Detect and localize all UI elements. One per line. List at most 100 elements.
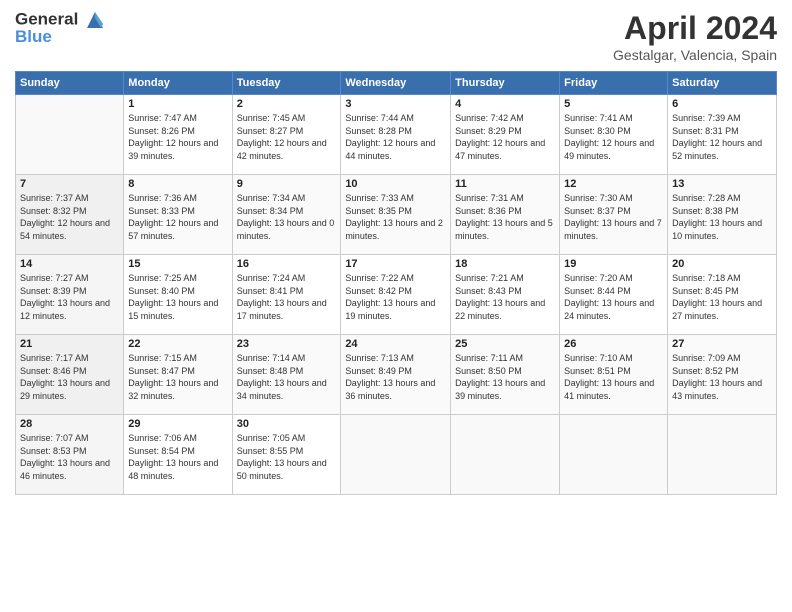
day-number: 22 xyxy=(128,338,227,350)
day-number: 9 xyxy=(237,178,337,190)
day-info: Sunrise: 7:44 AMSunset: 8:28 PMDaylight:… xyxy=(345,112,446,162)
day-info: Sunrise: 7:11 AMSunset: 8:50 PMDaylight:… xyxy=(455,352,555,402)
day-info: Sunrise: 7:28 AMSunset: 8:38 PMDaylight:… xyxy=(672,192,772,242)
day-info: Sunrise: 7:24 AMSunset: 8:41 PMDaylight:… xyxy=(237,272,337,322)
day-info: Sunrise: 7:13 AMSunset: 8:49 PMDaylight:… xyxy=(345,352,446,402)
calendar-cell: 3 Sunrise: 7:44 AMSunset: 8:28 PMDaylight… xyxy=(341,95,451,175)
calendar-cell: 27 Sunrise: 7:09 AMSunset: 8:52 PMDayligh… xyxy=(668,335,777,415)
day-number: 20 xyxy=(672,258,772,270)
day-number: 28 xyxy=(20,418,119,430)
day-info: Sunrise: 7:20 AMSunset: 8:44 PMDaylight:… xyxy=(564,272,663,322)
day-info: Sunrise: 7:14 AMSunset: 8:48 PMDaylight:… xyxy=(237,352,337,402)
day-number: 21 xyxy=(20,338,119,350)
calendar-week-row: 7 Sunrise: 7:37 AMSunset: 8:32 PMDaylight… xyxy=(16,175,777,255)
weekday-header: Friday xyxy=(560,72,668,95)
calendar-cell: 2 Sunrise: 7:45 AMSunset: 8:27 PMDaylight… xyxy=(232,95,341,175)
calendar-cell xyxy=(560,415,668,495)
day-number: 17 xyxy=(345,258,446,270)
day-info: Sunrise: 7:30 AMSunset: 8:37 PMDaylight:… xyxy=(564,192,663,242)
logo: General Blue xyxy=(15,10,105,47)
day-info: Sunrise: 7:36 AMSunset: 8:33 PMDaylight:… xyxy=(128,192,227,242)
day-number: 23 xyxy=(237,338,337,350)
weekday-header: Tuesday xyxy=(232,72,341,95)
calendar-cell: 16 Sunrise: 7:24 AMSunset: 8:41 PMDayligh… xyxy=(232,255,341,335)
day-info: Sunrise: 7:21 AMSunset: 8:43 PMDaylight:… xyxy=(455,272,555,322)
calendar-cell: 26 Sunrise: 7:10 AMSunset: 8:51 PMDayligh… xyxy=(560,335,668,415)
weekday-header: Wednesday xyxy=(341,72,451,95)
day-info: Sunrise: 7:10 AMSunset: 8:51 PMDaylight:… xyxy=(564,352,663,402)
calendar-cell: 15 Sunrise: 7:25 AMSunset: 8:40 PMDayligh… xyxy=(124,255,232,335)
calendar-cell: 12 Sunrise: 7:30 AMSunset: 8:37 PMDayligh… xyxy=(560,175,668,255)
calendar-week-row: 21 Sunrise: 7:17 AMSunset: 8:46 PMDayligh… xyxy=(16,335,777,415)
day-info: Sunrise: 7:17 AMSunset: 8:46 PMDaylight:… xyxy=(20,352,119,402)
calendar-cell: 24 Sunrise: 7:13 AMSunset: 8:49 PMDayligh… xyxy=(341,335,451,415)
day-number: 27 xyxy=(672,338,772,350)
calendar-cell: 14 Sunrise: 7:27 AMSunset: 8:39 PMDayligh… xyxy=(16,255,124,335)
day-number: 6 xyxy=(672,98,772,110)
day-info: Sunrise: 7:15 AMSunset: 8:47 PMDaylight:… xyxy=(128,352,227,402)
calendar-cell: 4Sunrise: 7:42 AMSunset: 8:29 PMDaylight… xyxy=(451,95,560,175)
day-info: Sunrise: 7:34 AMSunset: 8:34 PMDaylight:… xyxy=(237,192,337,242)
day-number: 2 xyxy=(237,98,337,110)
calendar-cell: 5 Sunrise: 7:41 AMSunset: 8:30 PMDaylight… xyxy=(560,95,668,175)
day-info: Sunrise: 7:18 AMSunset: 8:45 PMDaylight:… xyxy=(672,272,772,322)
calendar-cell: 23 Sunrise: 7:14 AMSunset: 8:48 PMDayligh… xyxy=(232,335,341,415)
calendar-cell: 28 Sunrise: 7:07 AMSunset: 8:53 PMDayligh… xyxy=(16,415,124,495)
day-number: 15 xyxy=(128,258,227,270)
calendar-cell xyxy=(451,415,560,495)
day-number: 13 xyxy=(672,178,772,190)
day-number: 24 xyxy=(345,338,446,350)
calendar-cell: 9 Sunrise: 7:34 AMSunset: 8:34 PMDaylight… xyxy=(232,175,341,255)
page-container: General Blue April 2024 Gestalgar, Valen… xyxy=(0,0,792,505)
day-number: 12 xyxy=(564,178,663,190)
calendar-week-row: 28 Sunrise: 7:07 AMSunset: 8:53 PMDayligh… xyxy=(16,415,777,495)
day-info: Sunrise: 7:33 AMSunset: 8:35 PMDaylight:… xyxy=(345,192,446,242)
day-number: 8 xyxy=(128,178,227,190)
day-info: Sunrise: 7:09 AMSunset: 8:52 PMDaylight:… xyxy=(672,352,772,402)
day-number: 10 xyxy=(345,178,446,190)
calendar-cell: 8 Sunrise: 7:36 AMSunset: 8:33 PMDaylight… xyxy=(124,175,232,255)
day-info: Sunrise: 7:27 AMSunset: 8:39 PMDaylight:… xyxy=(20,272,119,322)
day-info: Sunrise: 7:22 AMSunset: 8:42 PMDaylight:… xyxy=(345,272,446,322)
day-number: 11 xyxy=(455,178,555,190)
day-info: Sunrise: 7:39 AMSunset: 8:31 PMDaylight:… xyxy=(672,112,772,162)
day-info: Sunrise: 7:31 AMSunset: 8:36 PMDaylight:… xyxy=(455,192,555,242)
logo-icon xyxy=(85,10,105,30)
day-info: Sunrise: 7:05 AMSunset: 8:55 PMDaylight:… xyxy=(237,432,337,482)
day-number: 29 xyxy=(128,418,227,430)
title-area: April 2024 Gestalgar, Valencia, Spain xyxy=(613,10,777,63)
calendar-cell: 25 Sunrise: 7:11 AMSunset: 8:50 PMDayligh… xyxy=(451,335,560,415)
calendar-week-row: 14 Sunrise: 7:27 AMSunset: 8:39 PMDayligh… xyxy=(16,255,777,335)
day-number: 4 xyxy=(455,98,555,110)
calendar-cell: 29Sunrise: 7:06 AMSunset: 8:54 PMDayligh… xyxy=(124,415,232,495)
day-info: Sunrise: 7:45 AMSunset: 8:27 PMDaylight:… xyxy=(237,112,337,162)
calendar-cell xyxy=(341,415,451,495)
location-subtitle: Gestalgar, Valencia, Spain xyxy=(613,47,777,63)
calendar-cell: 1Sunrise: 7:47 AMSunset: 8:26 PMDaylight… xyxy=(124,95,232,175)
calendar-week-row: 1Sunrise: 7:47 AMSunset: 8:26 PMDaylight… xyxy=(16,95,777,175)
weekday-header: Sunday xyxy=(16,72,124,95)
day-number: 3 xyxy=(345,98,446,110)
day-info: Sunrise: 7:07 AMSunset: 8:53 PMDaylight:… xyxy=(20,432,119,482)
calendar-cell: 30 Sunrise: 7:05 AMSunset: 8:55 PMDayligh… xyxy=(232,415,341,495)
day-number: 25 xyxy=(455,338,555,350)
day-number: 14 xyxy=(20,258,119,270)
day-number: 7 xyxy=(20,178,119,190)
calendar-cell: 6 Sunrise: 7:39 AMSunset: 8:31 PMDaylight… xyxy=(668,95,777,175)
day-number: 26 xyxy=(564,338,663,350)
day-info: Sunrise: 7:41 AMSunset: 8:30 PMDaylight:… xyxy=(564,112,663,162)
month-title: April 2024 xyxy=(613,10,777,47)
day-number: 30 xyxy=(237,418,337,430)
calendar-table: SundayMondayTuesdayWednesdayThursdayFrid… xyxy=(15,71,777,495)
calendar-cell: 21 Sunrise: 7:17 AMSunset: 8:46 PMDayligh… xyxy=(16,335,124,415)
weekday-header: Monday xyxy=(124,72,232,95)
calendar-cell: 22 Sunrise: 7:15 AMSunset: 8:47 PMDayligh… xyxy=(124,335,232,415)
weekday-header: Saturday xyxy=(668,72,777,95)
calendar-cell: 13 Sunrise: 7:28 AMSunset: 8:38 PMDayligh… xyxy=(668,175,777,255)
day-info: Sunrise: 7:25 AMSunset: 8:40 PMDaylight:… xyxy=(128,272,227,322)
day-number: 5 xyxy=(564,98,663,110)
day-number: 16 xyxy=(237,258,337,270)
day-number: 18 xyxy=(455,258,555,270)
day-info: Sunrise: 7:37 AMSunset: 8:32 PMDaylight:… xyxy=(20,192,119,242)
day-info: Sunrise: 7:47 AMSunset: 8:26 PMDaylight:… xyxy=(128,112,227,162)
